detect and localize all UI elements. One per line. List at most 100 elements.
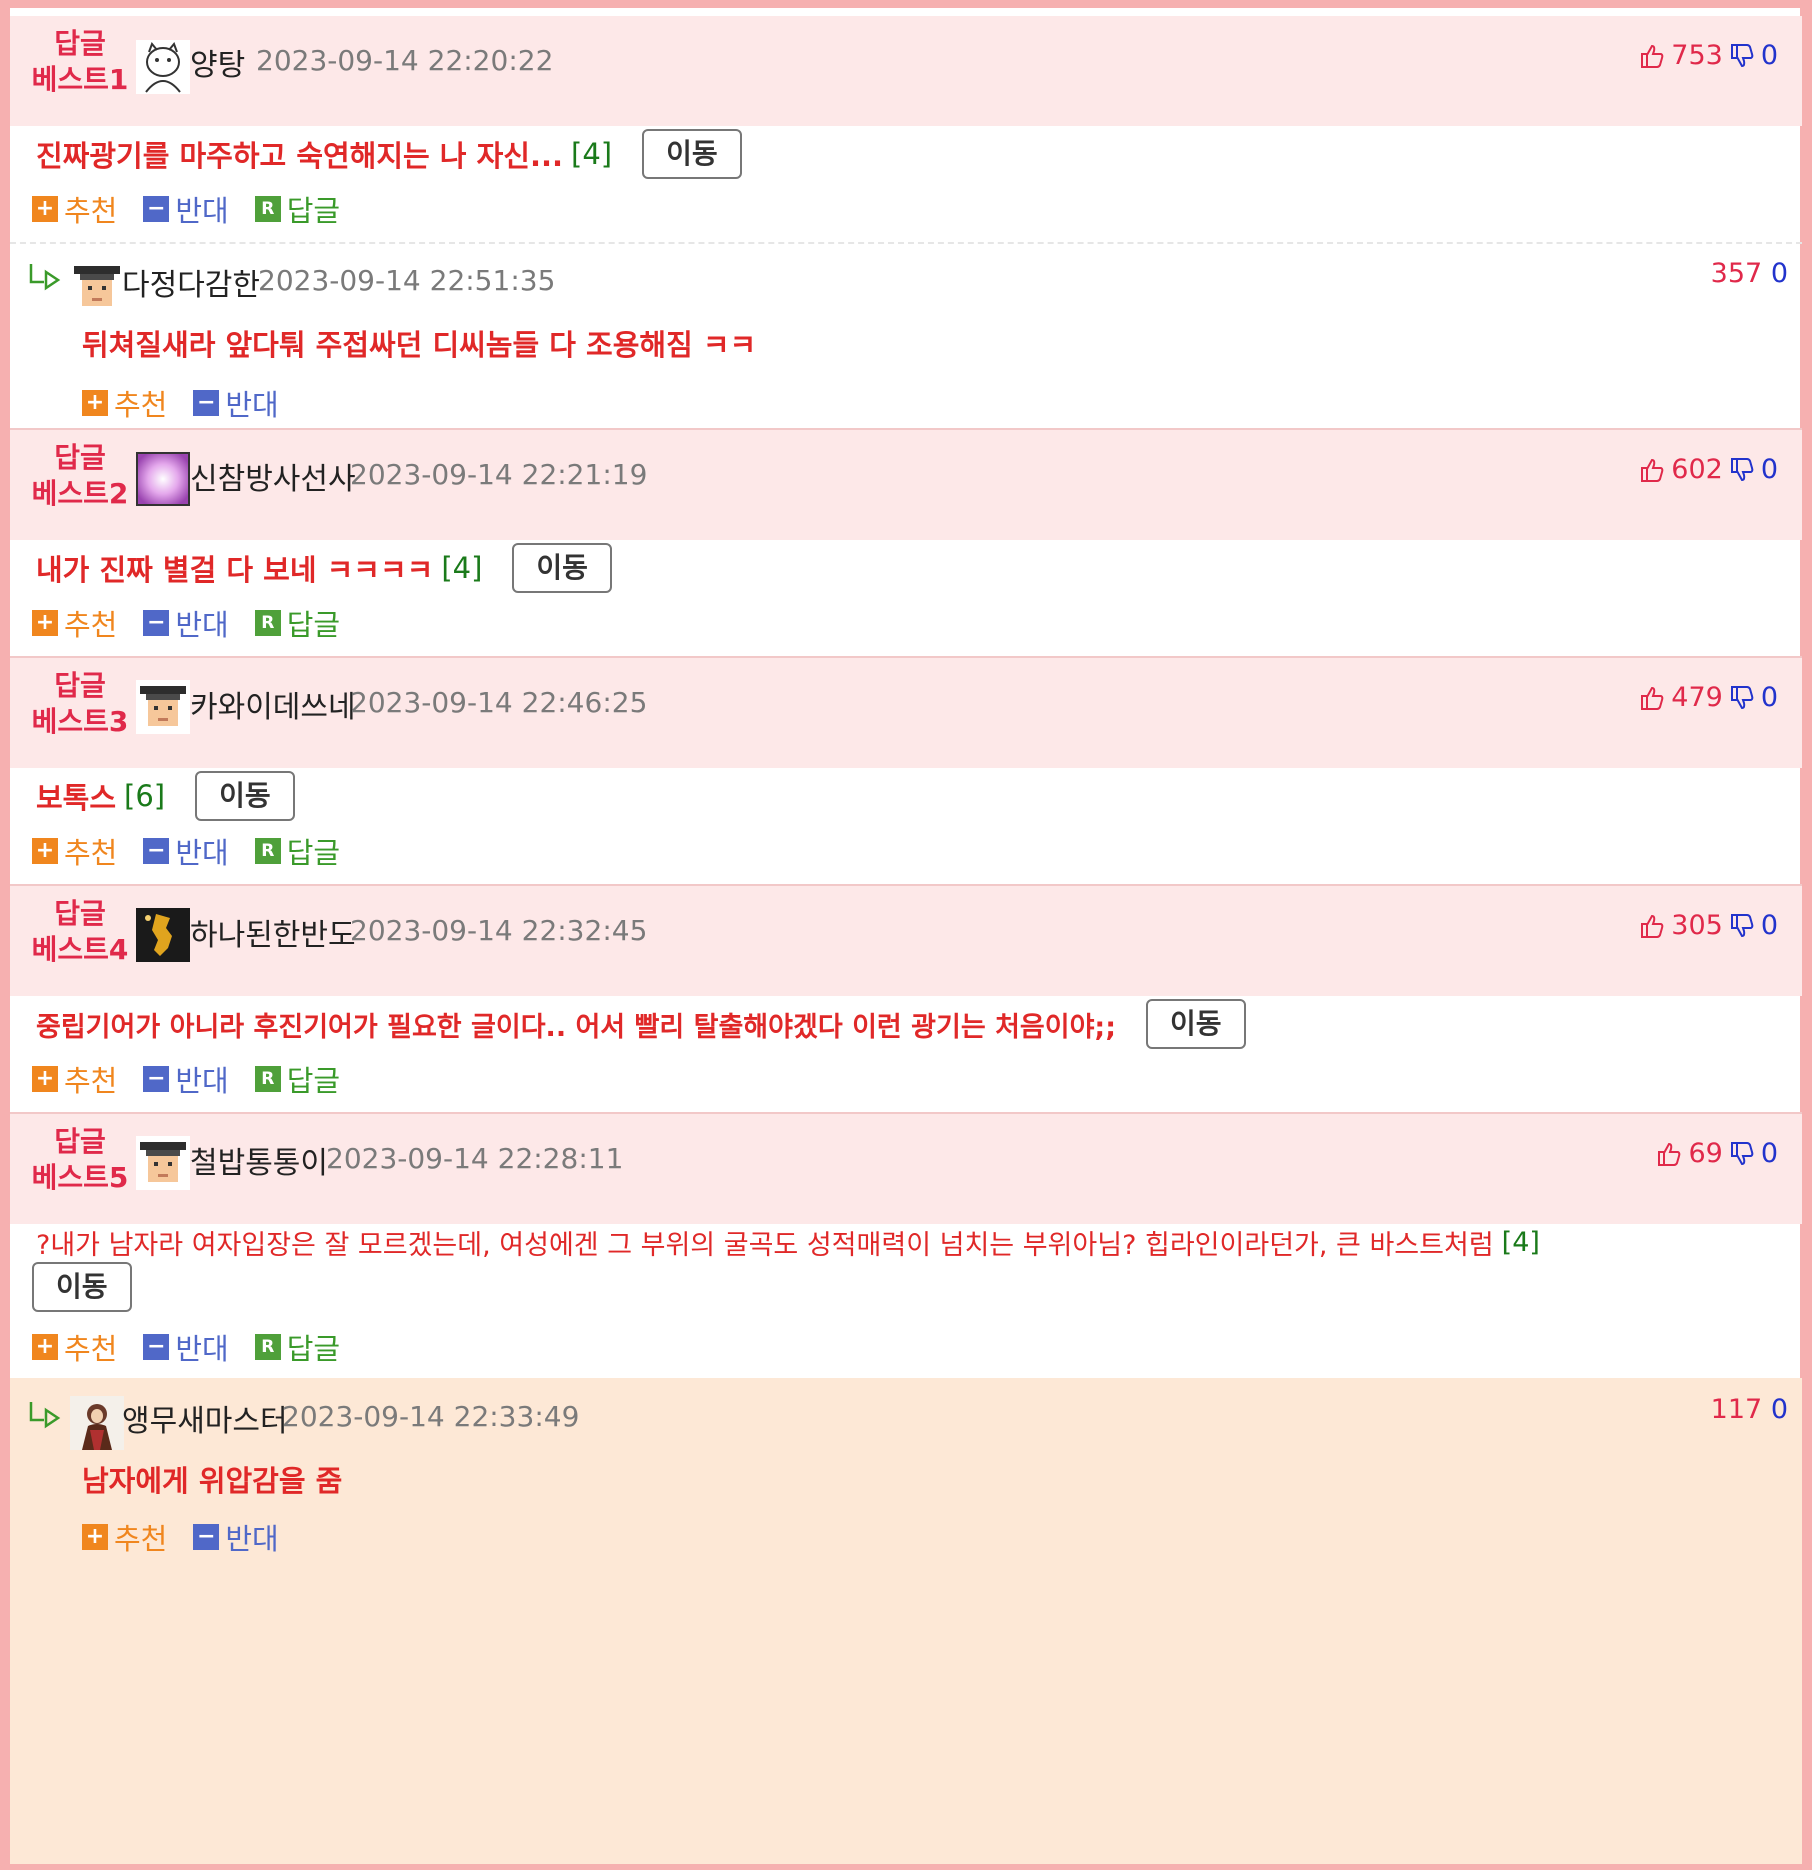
purple-avatar-icon[interactable]: [136, 452, 190, 506]
move-button[interactable]: 이동: [195, 771, 295, 821]
reply-button[interactable]: R 답글: [254, 188, 340, 230]
oppose-button[interactable]: − 반대: [143, 188, 229, 230]
minus-icon: −: [143, 610, 170, 636]
reply-down-count: 0: [1770, 258, 1788, 289]
thumbs-up-icon: [1658, 1142, 1681, 1166]
oppose-button[interactable]: − 반대: [193, 1516, 279, 1558]
up-count: 479: [1671, 682, 1723, 713]
thumbs-up-icon: [1641, 44, 1664, 68]
best-badge: 답글 베스트5: [31, 1125, 129, 1194]
reply-button[interactable]: R 답글: [254, 1058, 340, 1100]
down-count: 0: [1760, 454, 1778, 485]
reply-arrow-icon: [29, 264, 61, 291]
best-badge: 답글 베스트3: [31, 669, 129, 738]
minus-icon: −: [193, 390, 220, 416]
oppose-button[interactable]: − 반대: [143, 1326, 229, 1368]
oppose-button[interactable]: − 반대: [143, 602, 229, 644]
reply-body[interactable]: 뒤쳐질새라 앞다퉈 주접싸던 디씨놈들 다 조용해짐 ㅋㅋ: [82, 322, 756, 364]
plus-icon: +: [32, 610, 58, 636]
thumbs-down-icon: [1730, 1141, 1754, 1165]
author-nick[interactable]: 신참방사선사: [190, 454, 356, 498]
reply-body[interactable]: 남자에게 위압감을 줌: [82, 1458, 342, 1500]
reply-icon: R: [254, 1066, 281, 1092]
move-button[interactable]: 이동: [1146, 999, 1246, 1049]
character-avatar-icon[interactable]: [70, 1396, 124, 1450]
graduate-avatar-icon[interactable]: [136, 680, 190, 734]
best-badge: 답글 베스트4: [31, 897, 129, 966]
cat-avatar-icon[interactable]: [136, 40, 190, 94]
recommend-button[interactable]: + 추천: [82, 382, 167, 424]
comment-actions: + 추천 − 반대 R 답글: [32, 830, 340, 872]
korea-map-avatar-icon[interactable]: [136, 908, 190, 962]
author-nick[interactable]: 양탕: [190, 40, 245, 84]
oppose-button[interactable]: − 반대: [193, 382, 279, 424]
graduate-avatar-icon[interactable]: [136, 1136, 190, 1190]
recommend-button[interactable]: + 추천: [32, 188, 117, 230]
thumbs-down-icon: [1730, 43, 1754, 67]
thumbs-up-icon: [1641, 914, 1664, 938]
comment-header: 답글 베스트2 신참방사선사 2023-09-14 22:21:19 602 0: [10, 430, 1802, 540]
plus-icon: +: [82, 1524, 108, 1550]
reply-icon: R: [254, 1334, 281, 1360]
oppose-button[interactable]: − 반대: [143, 1058, 229, 1100]
reply-button[interactable]: R 답글: [254, 1326, 340, 1368]
reply-up-count: 357: [1710, 258, 1763, 289]
comment-actions: + 추천 − 반대 R 답글: [32, 602, 340, 644]
move-button[interactable]: 이동: [32, 1262, 132, 1312]
reply-actions: + 추천 − 반대: [82, 1516, 279, 1558]
reply-up-count: 117: [1710, 1394, 1763, 1425]
recommend-button[interactable]: + 추천: [32, 1058, 117, 1100]
recommend-button[interactable]: + 추천: [32, 602, 117, 644]
author-nick[interactable]: 하나된한반도: [190, 910, 356, 954]
comment-actions: + 추천 − 반대 R 답글: [32, 1058, 340, 1100]
recommend-button[interactable]: + 추천: [32, 830, 117, 872]
comment-actions: + 추천 − 반대 R 답글: [32, 1326, 340, 1368]
comment-text[interactable]: 진짜광기를 마주하고 숙연해지는 나 자신...: [36, 133, 563, 175]
reply-author-nick[interactable]: 다정다감한: [122, 260, 260, 304]
reply-count: [6]: [124, 779, 166, 813]
comment-text[interactable]: 중립기어가 아니라 후진기어가 필요한 글이다.. 어서 빨리 탈출해야겠다 이…: [36, 1005, 1116, 1044]
author-nick[interactable]: 카와이데쓰네: [190, 682, 356, 726]
post-date: 2023-09-14 22:32:45: [350, 914, 648, 947]
recommend-button[interactable]: + 추천: [32, 1326, 117, 1368]
author-nick[interactable]: 철밥통통이: [190, 1138, 328, 1182]
best-comment-1: 답글 베스트1 양탕 2023-09-14 22:20:22 753 0 진짜광기…: [10, 16, 1802, 430]
down-count: 0: [1760, 910, 1778, 941]
comment-text[interactable]: 보톡스: [36, 775, 116, 817]
comment-body: 보톡스 [6] 이동: [36, 768, 295, 824]
up-count: 753: [1671, 40, 1723, 71]
best-comment-3: 답글 베스트3 카와이데쓰네 2023-09-14 22:46:25 479 0 …: [10, 658, 1802, 886]
thumbs-up-icon: [1641, 686, 1664, 710]
reply-button[interactable]: R 답글: [254, 830, 340, 872]
plus-icon: +: [32, 838, 58, 864]
reply-button[interactable]: R 답글: [254, 602, 340, 644]
oppose-button[interactable]: − 반대: [143, 830, 229, 872]
plus-icon: +: [32, 1066, 58, 1092]
comment-body: ?내가 남자라 여자입장은 잘 모르겠는데, 여성에겐 그 부위의 굴곡도 성적…: [36, 1222, 1540, 1262]
comment-text[interactable]: ?내가 남자라 여자입장은 잘 모르겠는데, 여성에겐 그 부위의 굴곡도 성적…: [36, 1223, 1494, 1262]
plus-icon: +: [32, 1334, 58, 1360]
move-button[interactable]: 이동: [642, 129, 742, 179]
minus-icon: −: [143, 1334, 170, 1360]
up-count: 602: [1671, 454, 1723, 485]
move-button[interactable]: 이동: [512, 543, 612, 593]
down-count: 0: [1760, 1138, 1778, 1169]
minus-icon: −: [143, 1066, 170, 1092]
reply-author-nick[interactable]: 앵무새마스터: [122, 1396, 288, 1440]
reply-vote-counts: 117 0: [1711, 1394, 1788, 1425]
recommend-button[interactable]: + 추천: [82, 1516, 167, 1558]
graduate-avatar-icon[interactable]: [70, 260, 124, 314]
post-date: 2023-09-14 22:28:11: [326, 1142, 624, 1175]
post-date: 2023-09-14 22:21:19: [350, 458, 648, 491]
best-badge: 답글 베스트2: [31, 441, 129, 510]
vote-counts: 602 0: [1639, 454, 1778, 485]
comment-header: 답글 베스트5 철밥통통이 2023-09-14 22:28:11 69 0: [10, 1114, 1802, 1224]
comment-text[interactable]: 내가 진짜 별걸 다 보네 ㅋㅋㅋㅋ: [36, 547, 433, 589]
down-count: 0: [1760, 682, 1778, 713]
best-comment-5: 답글 베스트5 철밥통통이 2023-09-14 22:28:11 69 0 ?내…: [10, 1114, 1802, 1870]
reply-count: [4]: [441, 551, 483, 585]
best-comment-4: 답글 베스트4 하나된한반도 2023-09-14 22:32:45 305 0 …: [10, 886, 1802, 1114]
comment-body: 중립기어가 아니라 후진기어가 필요한 글이다.. 어서 빨리 탈출해야겠다 이…: [36, 996, 1246, 1052]
minus-icon: −: [193, 1524, 220, 1550]
thumbs-down-icon: [1730, 457, 1754, 481]
